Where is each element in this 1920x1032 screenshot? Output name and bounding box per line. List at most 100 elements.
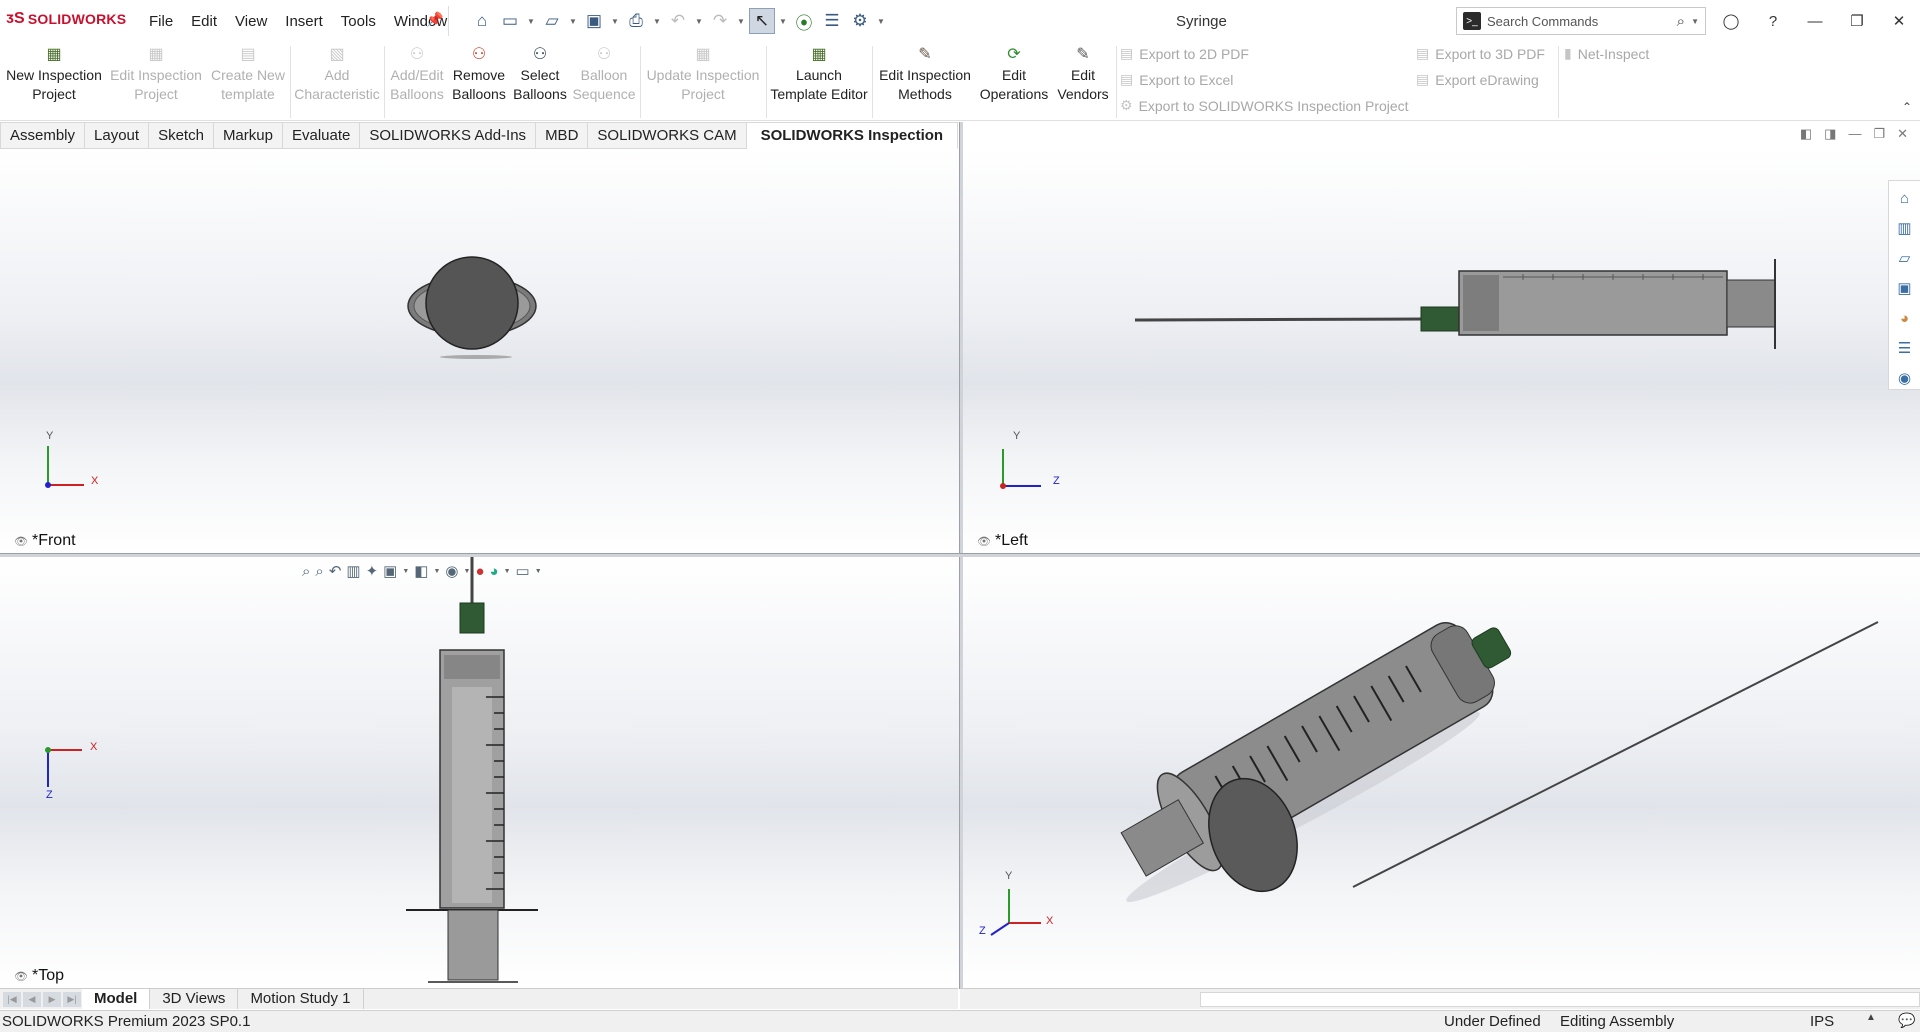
user-account-icon[interactable]: ◯: [1710, 6, 1752, 36]
tab-addins[interactable]: SOLIDWORKS Add-Ins: [360, 122, 537, 149]
tab-markup[interactable]: Markup: [213, 122, 283, 149]
zoom-to-area-icon[interactable]: ⌕: [315, 563, 323, 580]
eye-icon[interactable]: 👁: [14, 970, 28, 983]
tab-sketch[interactable]: Sketch: [149, 122, 214, 149]
edit-appearance-icon[interactable]: ●: [475, 563, 484, 580]
dynamic-annotation-icon[interactable]: ✦: [366, 562, 379, 580]
menu-window[interactable]: Window: [385, 13, 456, 30]
net-inspect-button[interactable]: ▮ Net-Inspect: [1564, 45, 1649, 62]
previous-view-icon[interactable]: ↶: [329, 562, 342, 580]
chevron-down-icon[interactable]: ▼: [464, 568, 471, 575]
select-pointer-icon[interactable]: ↖: [749, 8, 775, 34]
units-selector[interactable]: IPS: [1810, 1013, 1834, 1030]
print-icon[interactable]: ⎙: [623, 8, 649, 34]
split-view-icon[interactable]: ◧: [1800, 126, 1812, 142]
solidworks-logo[interactable]: ᴣS SOLIDWORKS: [6, 10, 126, 28]
view-palette-icon[interactable]: ▣: [1894, 277, 1916, 299]
tab-inspection[interactable]: SOLIDWORKS Inspection: [746, 122, 959, 149]
isometric-view-model[interactable]: [963, 557, 1920, 988]
update-inspection-project-button[interactable]: ▦ Update Inspection Project: [642, 46, 764, 104]
last-tab-icon[interactable]: ▶|: [63, 991, 81, 1007]
add-characteristic-button[interactable]: ▧ Add Characteristic: [292, 46, 382, 104]
collapse-ribbon-icon[interactable]: ⌃: [1902, 100, 1912, 114]
remove-balloons-button[interactable]: ⚇ Remove Balloons: [450, 46, 508, 104]
edit-operations-button[interactable]: ⟳ Edit Operations: [978, 46, 1050, 104]
close-icon[interactable]: ✕: [1878, 6, 1920, 36]
launch-template-editor-button[interactable]: ▦ Launch Template Editor: [768, 46, 870, 104]
menu-edit[interactable]: Edit: [182, 13, 226, 30]
appearances-icon[interactable]: ◕: [1894, 307, 1916, 329]
front-view-model[interactable]: [0, 149, 959, 553]
restore-icon[interactable]: ❐: [1836, 6, 1878, 36]
tab-assembly[interactable]: Assembly: [0, 122, 86, 149]
menu-file[interactable]: File: [140, 13, 182, 30]
viewport-front[interactable]: Y X 👁 *Front: [0, 149, 959, 553]
tab-layout[interactable]: Layout: [85, 122, 150, 149]
file-explorer-icon[interactable]: ▱: [1894, 247, 1916, 269]
menu-tools[interactable]: Tools: [332, 13, 385, 30]
create-new-template-button[interactable]: ▤ Create New template: [208, 46, 288, 104]
chevron-down-icon[interactable]: ▼: [651, 17, 663, 26]
undo-icon[interactable]: ↶: [665, 8, 691, 34]
menu-view[interactable]: View: [226, 13, 276, 30]
eye-icon[interactable]: 👁: [14, 535, 28, 548]
tab-mbd[interactable]: MBD: [536, 122, 589, 149]
top-view-model[interactable]: [0, 557, 959, 988]
export-sw-inspection-project-button[interactable]: ⚙ Export to SOLIDWORKS Inspection Project: [1120, 97, 1409, 114]
minimize-view-icon[interactable]: —: [1848, 126, 1861, 142]
viewport-top[interactable]: X Z 👁 *Top: [0, 557, 959, 988]
chevron-down-icon[interactable]: ▼: [504, 568, 511, 575]
balloon-sequence-button[interactable]: ⚇ Balloon Sequence: [570, 46, 638, 104]
view-orientation-icon[interactable]: ▣: [383, 562, 397, 580]
edit-inspection-project-button[interactable]: ▦ Edit Inspection Project: [106, 46, 206, 104]
chevron-down-icon[interactable]: ▼: [777, 17, 789, 26]
split-view-alt-icon[interactable]: ◨: [1824, 126, 1836, 142]
tab-cam[interactable]: SOLIDWORKS CAM: [588, 122, 747, 149]
prev-tab-icon[interactable]: ◀: [23, 991, 41, 1007]
chevron-down-icon[interactable]: ▼: [433, 568, 440, 575]
traffic-light-icon[interactable]: ⦿: [791, 8, 817, 34]
first-tab-icon[interactable]: |◀: [3, 991, 21, 1007]
chevron-down-icon[interactable]: ▼: [875, 17, 887, 26]
search-input[interactable]: Search Commands: [1487, 14, 1677, 29]
design-library-icon[interactable]: ▥: [1894, 217, 1916, 239]
next-tab-icon[interactable]: ▶: [43, 991, 61, 1007]
hide-show-items-icon[interactable]: ◉: [445, 562, 458, 580]
left-view-model[interactable]: [963, 149, 1920, 553]
redo-icon[interactable]: ↷: [707, 8, 733, 34]
chevron-down-icon[interactable]: ▼: [735, 17, 747, 26]
pin-icon[interactable]: 📌: [426, 11, 443, 28]
tab-evaluate[interactable]: Evaluate: [282, 122, 361, 149]
custom-properties-icon[interactable]: ☰: [1894, 337, 1916, 359]
solidworks-forum-icon[interactable]: ◉: [1894, 367, 1916, 389]
chevron-down-icon[interactable]: ▼: [567, 17, 579, 26]
new-inspection-project-button[interactable]: ▦ New Inspection Project: [6, 46, 102, 104]
restore-view-icon[interactable]: ❐: [1873, 126, 1885, 142]
add-edit-balloons-button[interactable]: ⚇ Add/Edit Balloons: [386, 46, 448, 104]
chevron-down-icon[interactable]: ▼: [525, 17, 537, 26]
export-excel-button[interactable]: ▤ Export to Excel: [1120, 71, 1233, 88]
search-commands-box[interactable]: >_ Search Commands ⌕ ▼: [1456, 7, 1706, 35]
view-settings-icon[interactable]: ▭: [516, 562, 530, 580]
tab-3d-views[interactable]: 3D Views: [150, 989, 239, 1009]
eye-icon[interactable]: 👁: [977, 535, 991, 548]
menu-insert[interactable]: Insert: [276, 13, 332, 30]
apply-scene-icon[interactable]: ◕: [490, 563, 499, 580]
chevron-up-icon[interactable]: ▲: [1866, 1012, 1876, 1023]
help-icon[interactable]: ?: [1752, 6, 1794, 36]
chevron-down-icon[interactable]: ▼: [609, 17, 621, 26]
export-2d-pdf-button[interactable]: ▤ Export to 2D PDF: [1120, 45, 1249, 62]
chat-icon[interactable]: 💬: [1898, 1012, 1915, 1029]
search-icon[interactable]: ⌕: [1677, 13, 1685, 30]
viewport-left[interactable]: Y Z 👁 *Left: [963, 149, 1920, 553]
chevron-down-icon[interactable]: ▼: [402, 568, 409, 575]
file-properties-icon[interactable]: ☰: [819, 8, 845, 34]
save-icon[interactable]: ▣: [581, 8, 607, 34]
options-gear-icon[interactable]: ⚙: [847, 8, 873, 34]
open-icon[interactable]: ▱: [539, 8, 565, 34]
close-view-icon[interactable]: ✕: [1897, 126, 1908, 142]
section-view-icon[interactable]: ▥: [346, 562, 360, 580]
horizontal-scrollbar[interactable]: [1200, 992, 1920, 1007]
display-style-icon[interactable]: ◧: [414, 562, 428, 580]
chevron-down-icon[interactable]: ▼: [1691, 17, 1699, 26]
